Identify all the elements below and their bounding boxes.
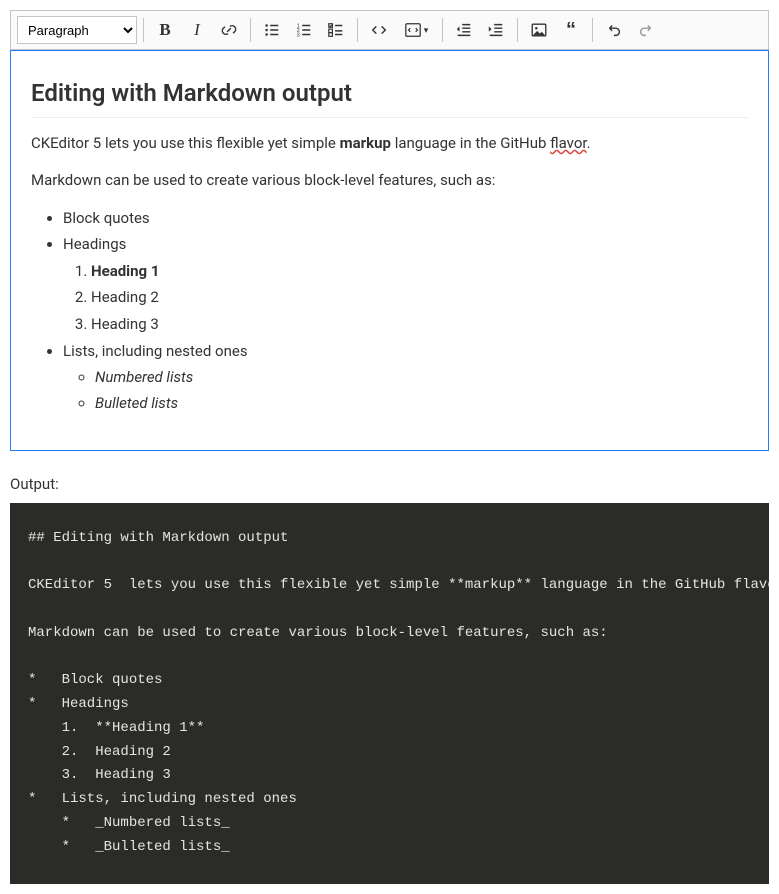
list-item-label: Lists, including nested ones [63, 342, 248, 360]
bold-text: markup [340, 134, 391, 152]
redo-icon [637, 21, 655, 39]
list-item-label: Headings [63, 235, 126, 253]
text: CKEditor 5 lets you use this flexible ye… [31, 134, 340, 152]
bulleted-list-icon [263, 21, 281, 39]
numbered-list-icon: 123 [295, 21, 313, 39]
indent-button[interactable] [481, 15, 511, 45]
italic-text: Bulleted lists [95, 394, 178, 412]
todo-list-button[interactable] [321, 15, 351, 45]
list-item: Heading 3 [91, 313, 748, 336]
link-button[interactable] [214, 15, 244, 45]
spellcheck-error: flavor [550, 134, 586, 152]
list-item: Block quotes [63, 207, 748, 230]
outdent-icon [455, 21, 473, 39]
paragraph-1: CKEditor 5 lets you use this flexible ye… [31, 132, 748, 155]
list-item: Numbered lists [95, 366, 748, 389]
feature-list: Block quotes Headings Heading 1 Heading … [31, 207, 748, 416]
toolbar-separator [517, 18, 518, 42]
editor-content-area[interactable]: Editing with Markdown output CKEditor 5 … [10, 50, 769, 451]
italic-button[interactable]: I [182, 15, 212, 45]
code-button[interactable] [364, 15, 394, 45]
toolbar-separator [143, 18, 144, 42]
toolbar-separator [250, 18, 251, 42]
toolbar-separator [357, 18, 358, 42]
bulleted-list-button[interactable] [257, 15, 287, 45]
output-label: Output: [10, 475, 769, 493]
bold-text: Heading 1 [91, 262, 159, 280]
chevron-down-icon: ▾ [424, 25, 429, 36]
list-item: Bulleted lists [95, 392, 748, 415]
quote-icon: “ [566, 25, 576, 35]
outdent-button[interactable] [449, 15, 479, 45]
todo-list-icon [327, 21, 345, 39]
headings-sublist: Heading 1 Heading 2 Heading 3 [63, 260, 748, 336]
link-icon [220, 21, 238, 39]
list-item: Heading 2 [91, 286, 748, 309]
text: language in the GitHub [391, 134, 550, 152]
text: . [587, 134, 591, 152]
markdown-output: ## Editing with Markdown output CKEditor… [10, 503, 769, 884]
code-block-button[interactable]: ▾ [396, 15, 436, 45]
toolbar-separator [592, 18, 593, 42]
lists-sublist: Numbered lists Bulleted lists [63, 366, 748, 416]
image-button[interactable] [524, 15, 554, 45]
undo-icon [605, 21, 623, 39]
numbered-list-button[interactable]: 123 [289, 15, 319, 45]
code-block-icon [404, 21, 422, 39]
toolbar-separator [442, 18, 443, 42]
editor-toolbar: Paragraph B I 123 ▾ “ [10, 10, 769, 50]
bold-button[interactable]: B [150, 15, 180, 45]
blockquote-button[interactable]: “ [556, 15, 586, 45]
redo-button[interactable] [631, 15, 661, 45]
code-icon [370, 21, 388, 39]
heading-select[interactable]: Paragraph [17, 16, 137, 44]
svg-text:3: 3 [297, 32, 300, 38]
list-item: Lists, including nested ones Numbered li… [63, 340, 748, 416]
italic-text: Numbered lists [95, 368, 193, 386]
undo-button[interactable] [599, 15, 629, 45]
list-item: Headings Heading 1 Heading 2 Heading 3 [63, 233, 748, 336]
paragraph-2: Markdown can be used to create various b… [31, 169, 748, 192]
indent-icon [487, 21, 505, 39]
document-heading: Editing with Markdown output [31, 79, 748, 118]
list-item: Heading 1 [91, 260, 748, 283]
image-icon [530, 21, 548, 39]
